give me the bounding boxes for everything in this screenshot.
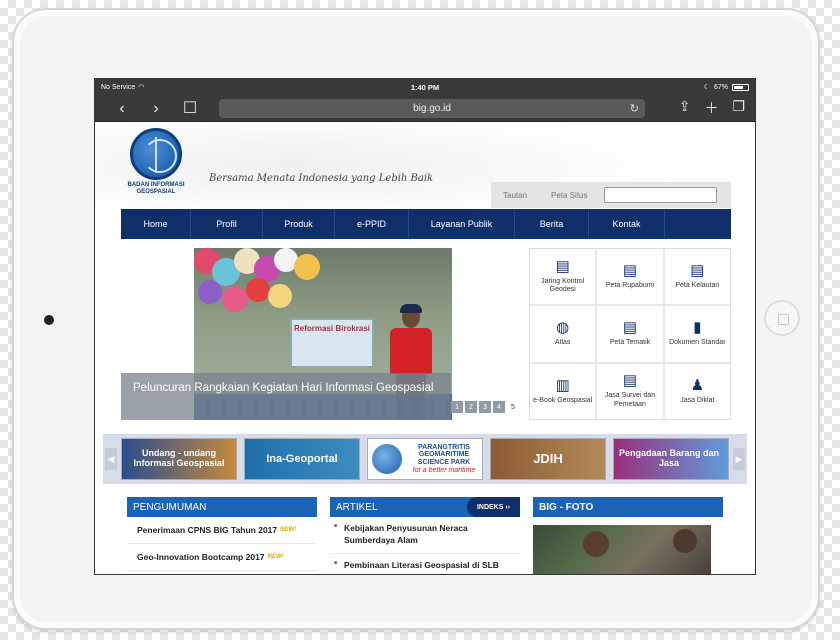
banner-undang-undang[interactable]: Undang - undang Informasi Geospasial (121, 438, 237, 480)
map-icon: ▤ (622, 372, 638, 390)
banner-jdih[interactable]: JDIH (490, 438, 606, 480)
pager-dot[interactable]: 4 (493, 401, 505, 413)
article-item[interactable]: Pembinaan Literasi Geospasial di SLB (330, 554, 520, 574)
pengumuman-section: PENGUMUMAN Penerimaan CPNS BIG Tahun 201… (127, 497, 317, 571)
forward-icon[interactable]: › (139, 95, 173, 122)
tile-peta-tematik[interactable]: ▤ Peta Tematik (597, 306, 663, 362)
foto-thumbnail[interactable] (533, 525, 711, 574)
moon-icon: ☾ (703, 84, 710, 91)
announcement-item[interactable]: Penerimaan CPNS BIG Tahun 2017 NEW! (127, 517, 317, 544)
globe-icon (372, 444, 402, 474)
bookmarks-icon[interactable]: ☐ (173, 95, 207, 122)
foto-section: BIG - FOTO (533, 497, 723, 574)
map-icon: ▤ (622, 261, 638, 279)
tile-peta-rupabumi[interactable]: ▤ Peta Rupabumi (597, 249, 663, 305)
globe-icon: ◍ (556, 319, 570, 337)
map-icon: ▤ (622, 319, 638, 337)
share-icon[interactable]: ⇪ (679, 98, 691, 118)
tile-peta-kelautan[interactable]: ▤ Peta Kelautan (664, 249, 730, 305)
nav-profil[interactable]: Profil (191, 209, 263, 239)
service-tiles: ▤ Jaring Kontrol Geodesi ▤ Peta Rupabumi… (529, 248, 731, 420)
map-icon: ▤ (690, 261, 705, 279)
reload-icon[interactable]: ↻ (630, 102, 639, 115)
url-text: big.go.id (413, 102, 451, 114)
nav-berita[interactable]: Berita (515, 209, 589, 239)
back-icon[interactable]: ‹ (105, 95, 139, 122)
carousel-next-icon[interactable]: ▶ (733, 448, 745, 470)
site-logo[interactable]: BADAN INFORMASI GEOSPASIAL (121, 128, 191, 196)
pager-dot-active[interactable]: 5 (507, 401, 519, 413)
camera-dot (44, 315, 54, 325)
tabs-icon[interactable]: ❐ (732, 98, 745, 118)
tile-jaring-kontrol[interactable]: ▤ Jaring Kontrol Geodesi (530, 249, 596, 305)
tile-jasa-diklat[interactable]: ♟ Jasa Diklat (664, 363, 730, 419)
main-nav: Home Profil Produk e-PPID Layanan Publik… (121, 209, 731, 239)
new-badge: NEW! (267, 554, 284, 560)
web-page: BADAN INFORMASI GEOSPASIAL Bersama Menat… (95, 122, 755, 574)
battery-icon (732, 83, 749, 91)
nav-home[interactable]: Home (121, 209, 191, 239)
battery-percent: 67% (713, 83, 728, 91)
pager-dot[interactable]: 2 (465, 401, 477, 413)
parangtritis-subtitle: for a better maritime (412, 466, 476, 474)
tile-ebook-geospasial[interactable]: ▥ e-Book Geospasial (530, 363, 596, 419)
globe-logo-icon (130, 128, 182, 180)
foto-header: BIG - FOTO (533, 497, 723, 517)
pager-dot[interactable]: 3 (479, 401, 491, 413)
nav-eppid[interactable]: e-PPID (335, 209, 409, 239)
article-item[interactable]: Kebijakan Penyusunan Neraca Sumberdaya A… (330, 517, 520, 554)
artikel-section: ARTIKEL INDEKS ›› Kebijakan Penyusunan N… (330, 497, 520, 574)
person-icon: ♟ (690, 376, 705, 394)
announcement-item[interactable]: Geo-Innovation Bootcamp 2017 NEW! (127, 544, 317, 571)
logo-text: BADAN INFORMASI GEOSPASIAL (127, 182, 185, 196)
hero-slider[interactable]: Reformasi Birokrasi Peluncuran Rangkaian… (121, 248, 526, 420)
tile-atlas[interactable]: ◍ Atlas (530, 306, 596, 362)
clock: 1:40 PM (410, 82, 440, 92)
tile-dokumen-standar[interactable]: ▮ Dokumen Standar (664, 306, 730, 362)
slider-pager: 1 2 3 4 5 (451, 401, 519, 413)
browser-toolbar: ‹ › ☐ big.go.id ↻ ⇪ ＋ ❐ (95, 95, 755, 122)
partner-carousel: ◀ Undang - undang Informasi Geospasial I… (103, 434, 747, 484)
search-input[interactable] (603, 187, 717, 203)
link-peta-situs[interactable]: Peta Situs (539, 191, 599, 200)
books-icon: ▥ (555, 376, 570, 394)
top-links-bar: Tautan Peta Situs (491, 182, 731, 208)
address-bar[interactable]: big.go.id ↻ (219, 98, 645, 118)
parangtritis-title: PARANGTRITIS GEOMARITIME SCIENCE PARK (417, 443, 471, 466)
nav-kontak[interactable]: Kontak (589, 209, 665, 239)
hero-caption[interactable]: Peluncuran Rangkaian Kegiatan Hari Infor… (121, 373, 451, 420)
banner-pengadaan[interactable]: Pengadaan Barang dan Jasa (613, 438, 729, 480)
new-tab-icon[interactable]: ＋ (704, 98, 718, 118)
tablet-frame: No Service ◠ 1:40 PM ☾ 67% ‹ › ☐ big.go.… (12, 8, 820, 630)
tagline: Bersama Menata Indonesia yang Lebih Baik (209, 173, 434, 184)
reformasi-sign: Reformasi Birokrasi (290, 318, 374, 368)
map-icon: ▤ (555, 257, 570, 275)
status-bar: No Service ◠ 1:40 PM ☾ 67% (95, 79, 755, 95)
home-button[interactable] (764, 300, 800, 336)
new-badge: NEW! (280, 527, 297, 533)
pengumuman-header: PENGUMUMAN (127, 497, 317, 517)
banner-ina-geoportal[interactable]: Ina-Geoportal (244, 438, 360, 480)
nav-layanan-publik[interactable]: Layanan Publik (409, 209, 515, 239)
tablet-screen: No Service ◠ 1:40 PM ☾ 67% ‹ › ☐ big.go.… (94, 78, 756, 575)
link-tautan[interactable]: Tautan (491, 191, 539, 200)
nav-produk[interactable]: Produk (263, 209, 335, 239)
banner-parangtritis[interactable]: PARANGTRITIS GEOMARITIME SCIENCE PARK fo… (367, 438, 483, 480)
artikel-header: ARTIKEL INDEKS ›› (330, 497, 520, 517)
indeks-button[interactable]: INDEKS ›› (466, 497, 520, 517)
carousel-prev-icon[interactable]: ◀ (105, 448, 117, 470)
pager-dot[interactable]: 1 (451, 401, 463, 413)
book-icon: ▮ (693, 319, 702, 337)
tile-jasa-survei[interactable]: ▤ Jasa Survei dan Pemetaan (597, 363, 663, 419)
